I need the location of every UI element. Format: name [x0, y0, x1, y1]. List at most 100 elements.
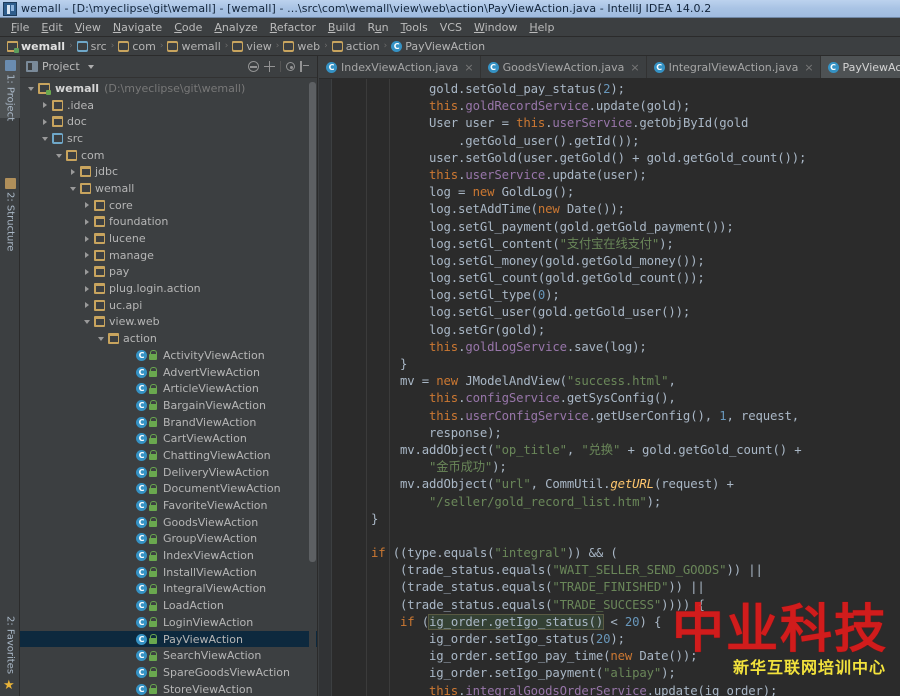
chevron-right-icon[interactable] [82, 266, 93, 277]
menu-item-build[interactable]: Build [322, 19, 362, 36]
chevron-down-icon[interactable] [68, 183, 79, 194]
tree-node[interactable]: doc [20, 113, 317, 130]
project-tree-scrollbar-thumb[interactable] [309, 82, 316, 562]
tree-node[interactable]: CDeliveryViewAction [20, 464, 317, 481]
breadcrumb-item-wemall[interactable]: wemall [164, 39, 223, 54]
tree-node[interactable]: CChattingViewAction [20, 447, 317, 464]
chevron-right-icon[interactable] [40, 100, 51, 111]
chevron-down-icon[interactable] [96, 333, 107, 344]
tree-node[interactable]: foundation [20, 214, 317, 231]
tree-node[interactable]: CLoginViewAction [20, 614, 317, 631]
tree-node[interactable]: CStoreViewAction [20, 681, 317, 696]
tree-node[interactable]: wemall(D:\myeclipse\git\wemall) [20, 80, 317, 97]
menu-item-file[interactable]: File [5, 19, 35, 36]
breadcrumb-item-src[interactable]: src [74, 39, 110, 54]
tree-node[interactable]: CGoodsViewAction [20, 514, 317, 531]
menu-item-code[interactable]: Code [168, 19, 208, 36]
sidebar-item-structure[interactable]: 2: Structure [0, 174, 20, 252]
package-icon [94, 283, 105, 294]
code-text-area[interactable]: gold.setGold_pay_status(2); this.goldRec… [342, 79, 900, 696]
chevron-down-icon[interactable] [82, 316, 93, 327]
tree-node[interactable]: CIndexViewAction [20, 547, 317, 564]
tree-node[interactable]: CSearchViewAction [20, 647, 317, 664]
tree-node[interactable]: view.web [20, 314, 317, 331]
tree-node[interactable]: CFavoriteViewAction [20, 497, 317, 514]
tree-node[interactable]: CDocumentViewAction [20, 481, 317, 498]
tree-node[interactable]: CInstallViewAction [20, 564, 317, 581]
tree-node[interactable]: wemall [20, 180, 317, 197]
menu-item-window[interactable]: Window [468, 19, 523, 36]
chevron-down-icon[interactable] [40, 133, 51, 144]
menu-item-tools[interactable]: Tools [395, 19, 434, 36]
code-editor[interactable]: gold.setGold_pay_status(2); this.goldRec… [319, 79, 900, 696]
tree-node[interactable]: CAdvertViewAction [20, 364, 317, 381]
close-icon[interactable]: × [464, 62, 473, 73]
tree-node-path: (D:\myeclipse\git\wemall) [104, 82, 245, 95]
menu-item-navigate[interactable]: Navigate [107, 19, 168, 36]
expand-all-icon[interactable] [264, 61, 275, 72]
breadcrumb-item-com[interactable]: com [115, 39, 159, 54]
editor-gutter[interactable] [319, 79, 332, 696]
code-line: log = new GoldLog(); [342, 184, 900, 201]
tree-node-selected[interactable]: CPayViewAction [20, 631, 317, 648]
tree-node[interactable]: CBrandViewAction [20, 414, 317, 431]
tree-node[interactable]: manage [20, 247, 317, 264]
chevron-right-icon[interactable] [82, 250, 93, 261]
editor-tab-integralviewaction[interactable]: CIntegralViewAction.java× [647, 56, 821, 78]
tree-node[interactable]: action [20, 330, 317, 347]
breadcrumb-item-payviewaction[interactable]: CPayViewAction [388, 39, 488, 54]
breadcrumb-item-label: PayViewAction [405, 40, 485, 53]
sidebar-item-project[interactable]: 1: Project [0, 56, 20, 118]
editor-tab-indexviewaction[interactable]: CIndexViewAction.java× [319, 56, 481, 78]
code-line: User user = this.userService.getObjById(… [342, 115, 900, 132]
menu-item-analyze[interactable]: Analyze [208, 19, 263, 36]
menu-item-edit[interactable]: Edit [35, 19, 68, 36]
breadcrumb-item-wemall[interactable]: wemall [4, 39, 68, 54]
project-icon [5, 60, 16, 71]
menu-item-view[interactable]: View [69, 19, 107, 36]
close-icon[interactable]: × [630, 62, 639, 73]
chevron-down-icon[interactable] [26, 83, 37, 94]
menu-item-help[interactable]: Help [523, 19, 560, 36]
chevron-right-icon[interactable] [82, 300, 93, 311]
editor-fold-strip[interactable] [332, 79, 342, 696]
menu-item-vcs[interactable]: VCS [434, 19, 468, 36]
tree-node[interactable]: CBargainViewAction [20, 397, 317, 414]
breadcrumb-item-view[interactable]: view [229, 39, 274, 54]
tree-node[interactable]: com [20, 147, 317, 164]
tree-node[interactable]: uc.api [20, 297, 317, 314]
tree-node[interactable]: CActivityViewAction [20, 347, 317, 364]
tree-node[interactable]: jdbc [20, 163, 317, 180]
editor-tab-goodsviewaction[interactable]: CGoodsViewAction.java× [481, 56, 647, 78]
tree-node[interactable]: plug.login.action [20, 280, 317, 297]
hide-panel-icon[interactable] [300, 61, 311, 72]
close-icon[interactable]: × [804, 62, 813, 73]
tree-node[interactable]: CLoadAction [20, 597, 317, 614]
tree-node[interactable]: .idea [20, 97, 317, 114]
tree-node[interactable]: CIntegralViewAction [20, 581, 317, 598]
tree-node[interactable]: core [20, 197, 317, 214]
chevron-right-icon[interactable] [82, 200, 93, 211]
settings-gear-icon[interactable] [286, 62, 295, 71]
collapse-all-icon[interactable] [248, 61, 259, 72]
chevron-right-icon[interactable] [82, 283, 93, 294]
tree-node[interactable]: CSpareGoodsViewAction [20, 664, 317, 681]
chevron-right-icon[interactable] [82, 233, 93, 244]
chevron-right-icon[interactable] [68, 166, 79, 177]
tree-node[interactable]: CCartViewAction [20, 430, 317, 447]
chevron-down-icon[interactable] [54, 150, 65, 161]
menu-item-run[interactable]: Run [362, 19, 395, 36]
tree-node[interactable]: src [20, 130, 317, 147]
tree-node[interactable]: CGroupViewAction [20, 531, 317, 548]
tree-node[interactable]: pay [20, 264, 317, 281]
editor-tab-payviewaction[interactable]: CPayViewAction.java× [821, 56, 900, 78]
breadcrumb-item-action[interactable]: action [329, 39, 383, 54]
tree-node[interactable]: CArticleViewAction [20, 380, 317, 397]
breadcrumb-item-web[interactable]: web [280, 39, 323, 54]
chevron-right-icon[interactable] [82, 216, 93, 227]
chevron-down-icon[interactable] [88, 65, 94, 69]
project-tree[interactable]: wemall(D:\myeclipse\git\wemall).ideadocs… [20, 78, 317, 696]
chevron-right-icon[interactable] [40, 116, 51, 127]
tree-node[interactable]: lucene [20, 230, 317, 247]
menu-item-refactor[interactable]: Refactor [264, 19, 322, 36]
